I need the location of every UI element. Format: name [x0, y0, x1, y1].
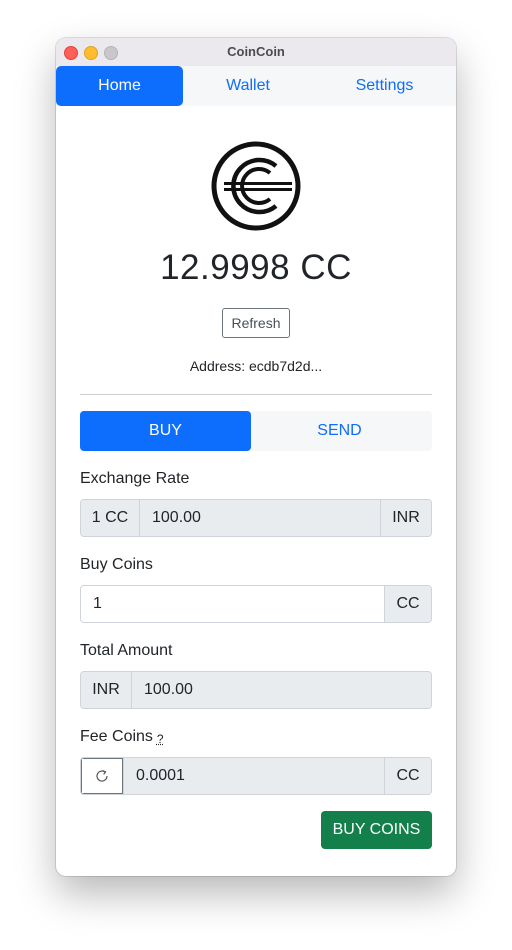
exchange-rate-prefix: 1 CC: [81, 500, 140, 536]
total-amount-prefix: INR: [81, 672, 132, 708]
wallet-address: Address: ecdb7d2d...: [189, 358, 323, 374]
app-window: CoinCoin Home Wallet Settings 12.9998 CC…: [56, 38, 456, 876]
exchange-rate-group: 1 CC 100.00 INR: [80, 499, 432, 537]
exchange-rate-field: 100.00: [140, 500, 380, 536]
tab-buy[interactable]: BUY: [80, 411, 251, 451]
exchange-rate-suffix: INR: [380, 500, 431, 536]
nav-item-home[interactable]: Home: [56, 66, 183, 106]
fee-help-tooltip[interactable]: ?: [157, 732, 164, 746]
buy-coins-button[interactable]: BUY COINS: [321, 811, 432, 849]
fee-refresh-button[interactable]: [81, 758, 124, 794]
refresh-balance-button[interactable]: Refresh: [222, 308, 290, 338]
section-divider: [80, 394, 432, 395]
buy-coins-input[interactable]: 1: [81, 586, 384, 622]
total-amount-field: 100.00: [132, 672, 431, 708]
fee-coins-group: 0.0001 CC: [80, 757, 432, 795]
window-title: CoinCoin: [227, 44, 285, 59]
exchange-rate-label: Exchange Rate: [80, 470, 190, 487]
nav-item-wallet[interactable]: Wallet: [183, 66, 313, 106]
wallet-balance: 12.9998 CC: [160, 248, 352, 287]
coincoin-logo-icon: [211, 141, 301, 231]
fee-coins-label: Fee Coins: [80, 728, 153, 745]
buy-coins-label: Buy Coins: [80, 556, 153, 573]
fee-coins-suffix: CC: [384, 758, 431, 794]
fee-coins-label-row: Fee Coins?: [80, 728, 164, 746]
total-amount-group: INR 100.00: [80, 671, 432, 709]
top-nav: Home Wallet Settings: [56, 66, 456, 106]
buy-coins-suffix: CC: [384, 586, 431, 622]
tab-send[interactable]: SEND: [254, 411, 425, 451]
refresh-icon: [96, 770, 108, 782]
buy-coins-group: 1 CC: [80, 585, 432, 623]
fee-coins-field: 0.0001: [124, 758, 384, 794]
total-amount-label: Total Amount: [80, 642, 173, 659]
action-tabs: BUY SEND: [80, 411, 432, 451]
nav-item-settings[interactable]: Settings: [313, 66, 456, 106]
title-bar: CoinCoin: [56, 38, 456, 67]
